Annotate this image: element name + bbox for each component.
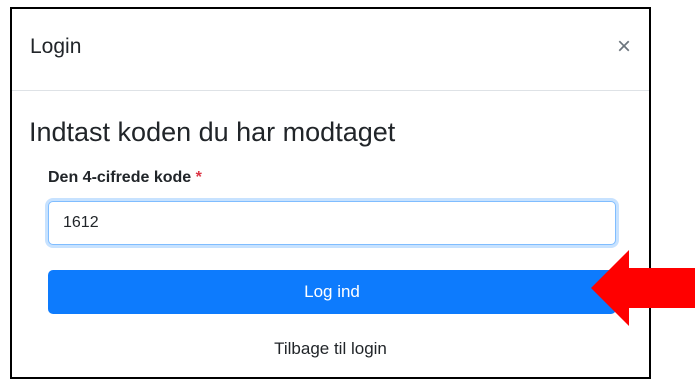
- login-modal: Login × Indtast koden du har modtaget De…: [10, 7, 651, 379]
- modal-header: Login ×: [12, 9, 649, 91]
- code-field-label: Den 4-cifrede kode *: [48, 169, 202, 187]
- back-to-login-link[interactable]: Tilbage til login: [12, 339, 649, 359]
- red-arrow-left-icon: [591, 250, 695, 326]
- log-in-button[interactable]: Log ind: [48, 270, 616, 314]
- required-marker: *: [195, 169, 202, 186]
- code-field-label-text: Den 4-cifrede kode: [48, 169, 192, 186]
- modal-title: Login: [30, 35, 82, 58]
- code-input[interactable]: [48, 201, 616, 245]
- page-heading: Indtast koden du har modtaget: [29, 117, 396, 147]
- close-icon[interactable]: ×: [617, 35, 631, 59]
